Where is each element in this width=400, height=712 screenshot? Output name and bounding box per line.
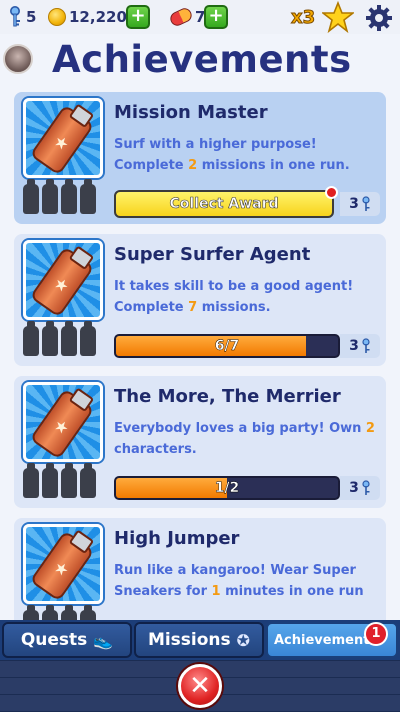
spray-can-icon: ★ — [29, 246, 95, 317]
tier-bottle-icon — [80, 321, 96, 356]
description-text: Everybody loves a big party! Own — [114, 421, 366, 436]
tier-bottle-icon — [80, 463, 96, 498]
hoverboard-icon — [168, 6, 194, 28]
achievement-poster: ★ — [23, 382, 103, 462]
tier-bottle-icon — [61, 463, 77, 498]
description-number: 7 — [188, 300, 198, 315]
achievement-progress-bar: 6/7 — [114, 334, 340, 358]
achievements-screen: 5 12,220 + 7 + x3 Achievements ★ Mission… — [0, 0, 400, 712]
star-icon: ★ — [50, 272, 73, 297]
tier-bottle-icon — [42, 321, 58, 356]
add-coins-button[interactable]: + — [126, 5, 150, 29]
tab-quests[interactable]: Quests 👟 — [2, 622, 132, 658]
achievement-description: It takes skill to be a good agent! Compl… — [114, 276, 376, 318]
achievement-card-the-more-the-merrier: ★ The More, The Merrier Everybody loves … — [14, 376, 386, 508]
achievement-progress-bar: 1/2 — [114, 476, 340, 500]
achievement-description: Surf with a higher purpose! Complete 2 m… — [114, 134, 376, 176]
tier-bottle-icon — [61, 321, 77, 356]
close-icon: ✕ — [189, 671, 211, 701]
tab-label: Achievements — [274, 632, 378, 648]
description-number: 2 — [365, 421, 375, 436]
boards-counter: 7 — [168, 4, 205, 30]
tier-bottle-icon — [23, 321, 39, 356]
description-number: 2 — [188, 158, 198, 173]
tier-bottle-icon — [42, 179, 58, 214]
multiplier-value: x3 — [290, 6, 316, 28]
achievement-title: The More, The Merrier — [114, 386, 341, 407]
sneaker-icon: 👟 — [93, 630, 114, 650]
coins-counter: 12,220 — [48, 4, 127, 30]
key-icon — [10, 6, 20, 27]
achievement-poster: ★ — [23, 240, 103, 320]
tier-bottle-icon — [23, 463, 39, 498]
star-icon: ★ — [50, 130, 73, 155]
collect-award-button[interactable]: Collect Award — [114, 186, 338, 218]
key-icon — [362, 338, 370, 353]
star-icon: ★ — [50, 556, 73, 581]
tab-label: Missions — [147, 630, 231, 650]
achievement-title: Super Surfer Agent — [114, 244, 311, 265]
achievement-title: High Jumper — [114, 528, 240, 549]
tier-bottle-icon — [42, 463, 58, 498]
tier-bottle-icon — [80, 179, 96, 214]
notification-dot — [325, 186, 338, 199]
description-text: minutes in one run — [220, 584, 364, 599]
gear-icon[interactable] — [365, 4, 393, 32]
star-icon: ★ — [50, 414, 73, 439]
achievement-tiers — [23, 179, 96, 214]
spray-can-icon: ★ — [29, 104, 95, 175]
spray-can-icon: ★ — [29, 530, 95, 601]
description-text: missions. — [197, 300, 271, 315]
achievement-description: Run like a kangaroo! Wear Super Sneakers… — [114, 560, 376, 602]
reward-count: 3 — [349, 196, 359, 212]
add-boards-button[interactable]: + — [204, 5, 228, 29]
achievement-poster: ★ — [23, 524, 103, 604]
reward-keys: 3 — [340, 192, 380, 216]
tab-label: Quests — [20, 630, 88, 650]
keys-counter: 5 — [8, 4, 36, 30]
keys-count: 5 — [26, 8, 37, 26]
spray-can-icon: ★ — [29, 388, 95, 459]
top-bar: 5 12,220 + 7 + x3 — [0, 0, 400, 34]
achievement-card-super-surfer-agent: ★ Super Surfer Agent It takes skill to b… — [14, 234, 386, 366]
key-icon — [362, 480, 370, 495]
reward-count: 3 — [349, 338, 359, 354]
close-button[interactable]: ✕ — [178, 664, 222, 708]
notification-badge: 1 — [364, 622, 388, 646]
achievement-tiers — [23, 321, 96, 356]
achievement-title: Mission Master — [114, 102, 268, 123]
reward-keys: 3 — [340, 476, 380, 500]
multiplier-display: x3 — [290, 4, 316, 30]
tab-achievements[interactable]: Achievements 1 — [266, 622, 398, 658]
progress-text: 6/7 — [214, 338, 240, 354]
coin-icon — [48, 8, 66, 26]
description-text: missions in one run. — [197, 158, 350, 173]
tier-bottle-icon — [23, 179, 39, 214]
achievement-poster: ★ — [23, 98, 103, 178]
description-number: 1 — [211, 584, 221, 599]
star-icon[interactable] — [322, 1, 354, 33]
collect-award-label: Collect Award — [169, 196, 279, 213]
coins-count: 12,220 — [69, 8, 127, 26]
tier-bottle-icon — [61, 179, 77, 214]
star-icon: ✪ — [236, 630, 251, 650]
achievement-description: Everybody loves a big party! Own 2 chara… — [114, 418, 376, 460]
player-avatar[interactable] — [3, 44, 33, 74]
progress-text: 1/2 — [214, 480, 240, 496]
tab-missions[interactable]: Missions ✪ — [134, 622, 264, 658]
achievement-card-mission-master: ★ Mission Master Surf with a higher purp… — [14, 92, 386, 224]
key-icon — [362, 196, 370, 211]
achievement-tiers — [23, 463, 96, 498]
tab-bar: Quests 👟 Missions ✪ Achievements 1 — [0, 620, 400, 660]
description-text: characters. — [114, 442, 197, 457]
reward-keys: 3 — [340, 334, 380, 358]
reward-count: 3 — [349, 480, 359, 496]
page-title: Achievements — [52, 38, 352, 81]
